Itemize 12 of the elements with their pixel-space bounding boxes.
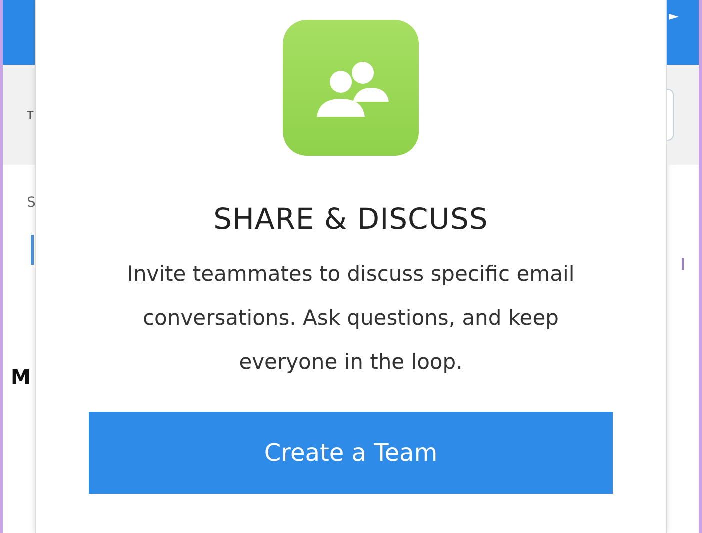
- heading-label: M: [11, 365, 31, 389]
- dialog-title: SHARE & DISCUSS: [214, 202, 488, 236]
- scroll-marker: [682, 258, 684, 270]
- header-bar: [3, 0, 35, 65]
- people-icon: [283, 20, 419, 156]
- link-marker: [31, 235, 34, 265]
- search-field[interactable]: [667, 89, 674, 141]
- create-team-button[interactable]: Create a Team: [89, 412, 613, 494]
- section-label: S: [27, 195, 35, 211]
- toolbar-label: T: [27, 108, 34, 122]
- dialog-description: Invite teammates to discuss specific email conversations. Ask questions, and keep everyone in the loop.: [126, 261, 576, 376]
- triangle-icon: [669, 12, 679, 22]
